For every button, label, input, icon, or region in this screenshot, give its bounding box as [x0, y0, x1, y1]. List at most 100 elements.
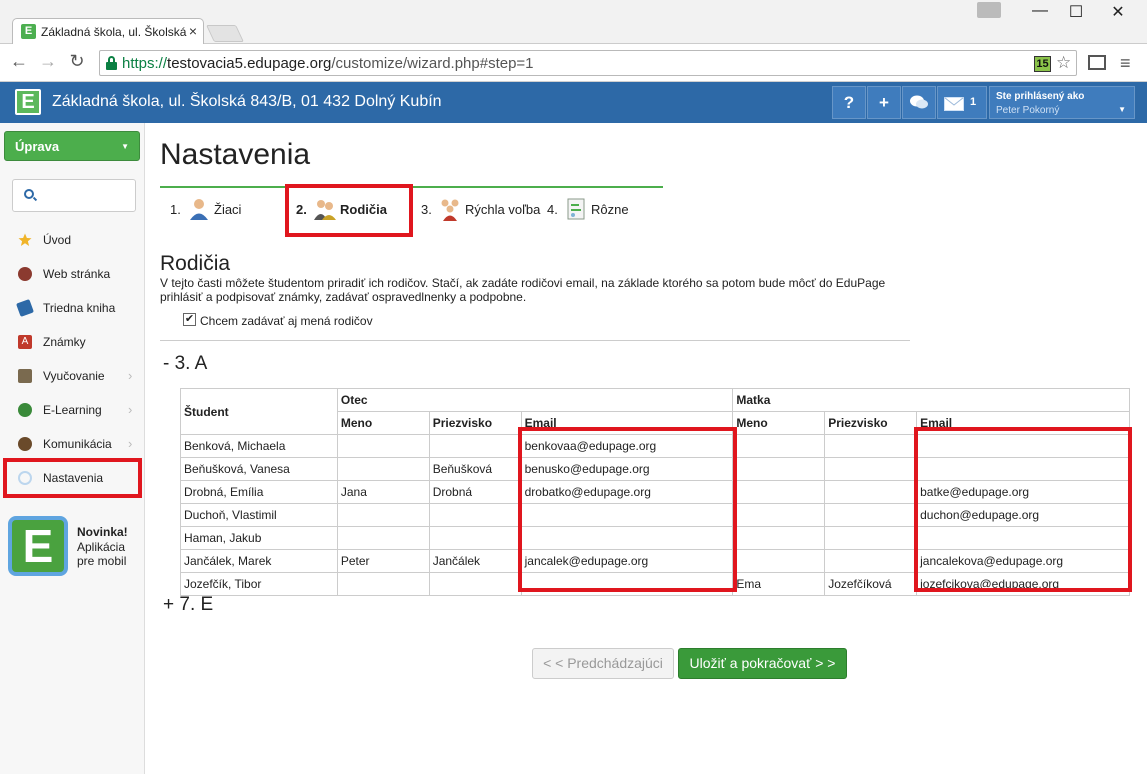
browser-menu-icon[interactable]: ≡ — [1120, 53, 1131, 74]
messages-button[interactable]: 1 — [937, 86, 987, 119]
back-arrow-icon[interactable]: ← — [7, 51, 31, 72]
sidebar-item-nastavenia[interactable]: Nastavenia — [0, 467, 144, 490]
father-name-field[interactable] — [336, 572, 430, 596]
father-surname-field[interactable] — [428, 434, 522, 458]
save-and-continue-button[interactable]: Uložiť a pokračovať > > — [678, 648, 847, 679]
mother-email-field[interactable]: batke@edupage.org — [916, 480, 1130, 504]
father-surname-field[interactable]: Beňušková — [428, 457, 522, 481]
column-header-mother-email: Email — [916, 411, 1130, 435]
mother-surname-field[interactable] — [824, 526, 918, 550]
father-email-field[interactable] — [520, 526, 734, 550]
mother-email-field[interactable] — [916, 457, 1130, 481]
maximize-button[interactable]: ☐ — [1058, 2, 1094, 22]
mother-surname-field[interactable]: Jozefčíková — [824, 572, 918, 596]
table-row: Jozefčík, Tibor Ema Jozefčíková jozefcik… — [180, 572, 1130, 596]
wizard-step-ziaci[interactable]: 1. Žiaci — [170, 195, 280, 225]
bookmark-star-icon[interactable]: ☆ — [1056, 53, 1071, 73]
chevron-right-icon: › — [128, 368, 133, 383]
student-name: Beňušková, Vanesa — [180, 457, 338, 481]
address-bar[interactable]: https://testovacia5.edupage.org/customiz… — [99, 50, 1077, 76]
sidebar-item-e-learning[interactable]: E-Learning › — [0, 399, 144, 422]
father-surname-field[interactable] — [428, 572, 522, 596]
father-email-field[interactable] — [520, 503, 734, 527]
table-row: Drobná, Emília Jana Drobná drobatko@edup… — [180, 480, 1130, 504]
father-name-field[interactable]: Jana — [336, 480, 430, 504]
parent-names-checkbox-label[interactable]: Chcem zadávať aj mená rodičov — [200, 314, 373, 328]
url-text[interactable]: https://testovacia5.edupage.org/customiz… — [122, 55, 534, 72]
mother-surname-field[interactable] — [824, 549, 918, 573]
class-group-toggle-7e[interactable]: + 7. E — [163, 594, 213, 616]
mother-email-field[interactable]: duchon@edupage.org — [916, 503, 1130, 527]
father-name-field[interactable]: Peter — [336, 549, 430, 573]
column-header-father: Otec — [336, 388, 734, 412]
previous-button[interactable]: < < Predchádzajúci — [532, 648, 674, 679]
school-name[interactable]: Základná škola, ul. Školská 843/B, 01 43… — [52, 93, 442, 111]
forward-arrow-icon[interactable]: → — [36, 51, 60, 72]
tab-close-icon[interactable]: × — [189, 23, 197, 39]
father-email-field[interactable]: jancalek@edupage.org — [520, 549, 734, 573]
browser-tab[interactable]: E Základná škola, ul. Školská × — [12, 18, 204, 45]
mother-name-field[interactable] — [732, 480, 826, 504]
father-name-field[interactable] — [336, 526, 430, 550]
parent-names-checkbox[interactable]: ✔ — [183, 313, 196, 326]
close-window-button[interactable]: ✕ — [1100, 2, 1136, 22]
table-row: Benková, Michaela benkovaa@edupage.org — [180, 434, 1130, 458]
extension-badge[interactable]: 15 — [1034, 56, 1051, 72]
mother-email-field[interactable] — [916, 526, 1130, 550]
father-email-field[interactable]: drobatko@edupage.org — [520, 480, 734, 504]
chat-button[interactable] — [902, 86, 936, 119]
father-surname-field[interactable] — [428, 503, 522, 527]
edupage-app-logo: E — [8, 516, 68, 576]
mother-email-field[interactable] — [916, 434, 1130, 458]
class-group-toggle-3a[interactable]: - 3. A — [163, 353, 207, 375]
wizard-step-rychla-volba[interactable]: 3. Rýchla voľba — [421, 195, 540, 225]
minimize-button[interactable]: — — [1022, 2, 1058, 20]
mother-email-field[interactable]: jancalekova@edupage.org — [916, 549, 1130, 573]
father-email-field[interactable]: benusko@edupage.org — [520, 457, 734, 481]
profile-icon[interactable] — [977, 2, 1001, 18]
sidebar-item-vyucovanie[interactable]: Vyučovanie › — [0, 365, 144, 388]
father-name-field[interactable] — [336, 503, 430, 527]
cast-icon[interactable] — [1088, 55, 1106, 70]
sidebar-item-komunikacia[interactable]: Komunikácia › — [0, 433, 144, 456]
mother-name-field[interactable] — [732, 434, 826, 458]
edupage-logo[interactable]: E — [15, 89, 41, 115]
user-menu[interactable]: Ste prihlásený ako Peter Pokorný ▼ — [989, 86, 1135, 119]
mother-surname-field[interactable] — [824, 457, 918, 481]
help-button[interactable]: ? — [832, 86, 866, 119]
uprava-dropdown-button[interactable]: Úprava ▼ — [4, 131, 140, 161]
sidebar-item-web-stranka[interactable]: Web stránka — [0, 263, 144, 286]
step-number: 1. — [170, 202, 181, 217]
father-name-field[interactable] — [336, 434, 430, 458]
sidebar-item-triedna-kniha[interactable]: Triedna kniha — [0, 297, 144, 320]
mother-name-field[interactable]: Ema — [732, 572, 826, 596]
new-tab-button[interactable] — [206, 25, 244, 42]
father-email-field[interactable]: benkovaa@edupage.org — [520, 434, 734, 458]
sidebar-search-input[interactable] — [12, 179, 136, 212]
sidebar-item-uvod[interactable]: Úvod — [0, 229, 144, 252]
father-surname-field[interactable]: Jančálek — [428, 549, 522, 573]
chevron-right-icon: › — [128, 436, 133, 451]
add-button[interactable]: + — [867, 86, 901, 119]
section-description: V tejto časti môžete študentom priradiť … — [160, 276, 886, 304]
wizard-step-rodicia[interactable]: 2. Rodičia — [296, 195, 406, 225]
mother-surname-field[interactable] — [824, 434, 918, 458]
mother-name-field[interactable] — [732, 457, 826, 481]
wizard-step-rozne[interactable]: 4. Rôzne — [547, 195, 657, 225]
father-surname-field[interactable]: Drobná — [428, 480, 522, 504]
mother-surname-field[interactable] — [824, 503, 918, 527]
mother-email-field[interactable]: jozefcikova@edupage.org — [916, 572, 1130, 596]
mother-surname-field[interactable] — [824, 480, 918, 504]
step-number: 2. — [296, 202, 307, 217]
sidebar-item-znamky[interactable]: A Známky — [0, 331, 144, 354]
mother-name-field[interactable] — [732, 503, 826, 527]
grades-icon: A — [18, 335, 32, 349]
reload-icon[interactable]: ↻ — [65, 51, 89, 72]
promo-title: Novinka! — [77, 525, 128, 539]
father-surname-field[interactable] — [428, 526, 522, 550]
father-email-field[interactable] — [520, 572, 734, 596]
mobile-app-promo[interactable]: E Novinka! Aplikácia pre mobil — [4, 512, 141, 584]
mother-name-field[interactable] — [732, 526, 826, 550]
mother-name-field[interactable] — [732, 549, 826, 573]
father-name-field[interactable] — [336, 457, 430, 481]
